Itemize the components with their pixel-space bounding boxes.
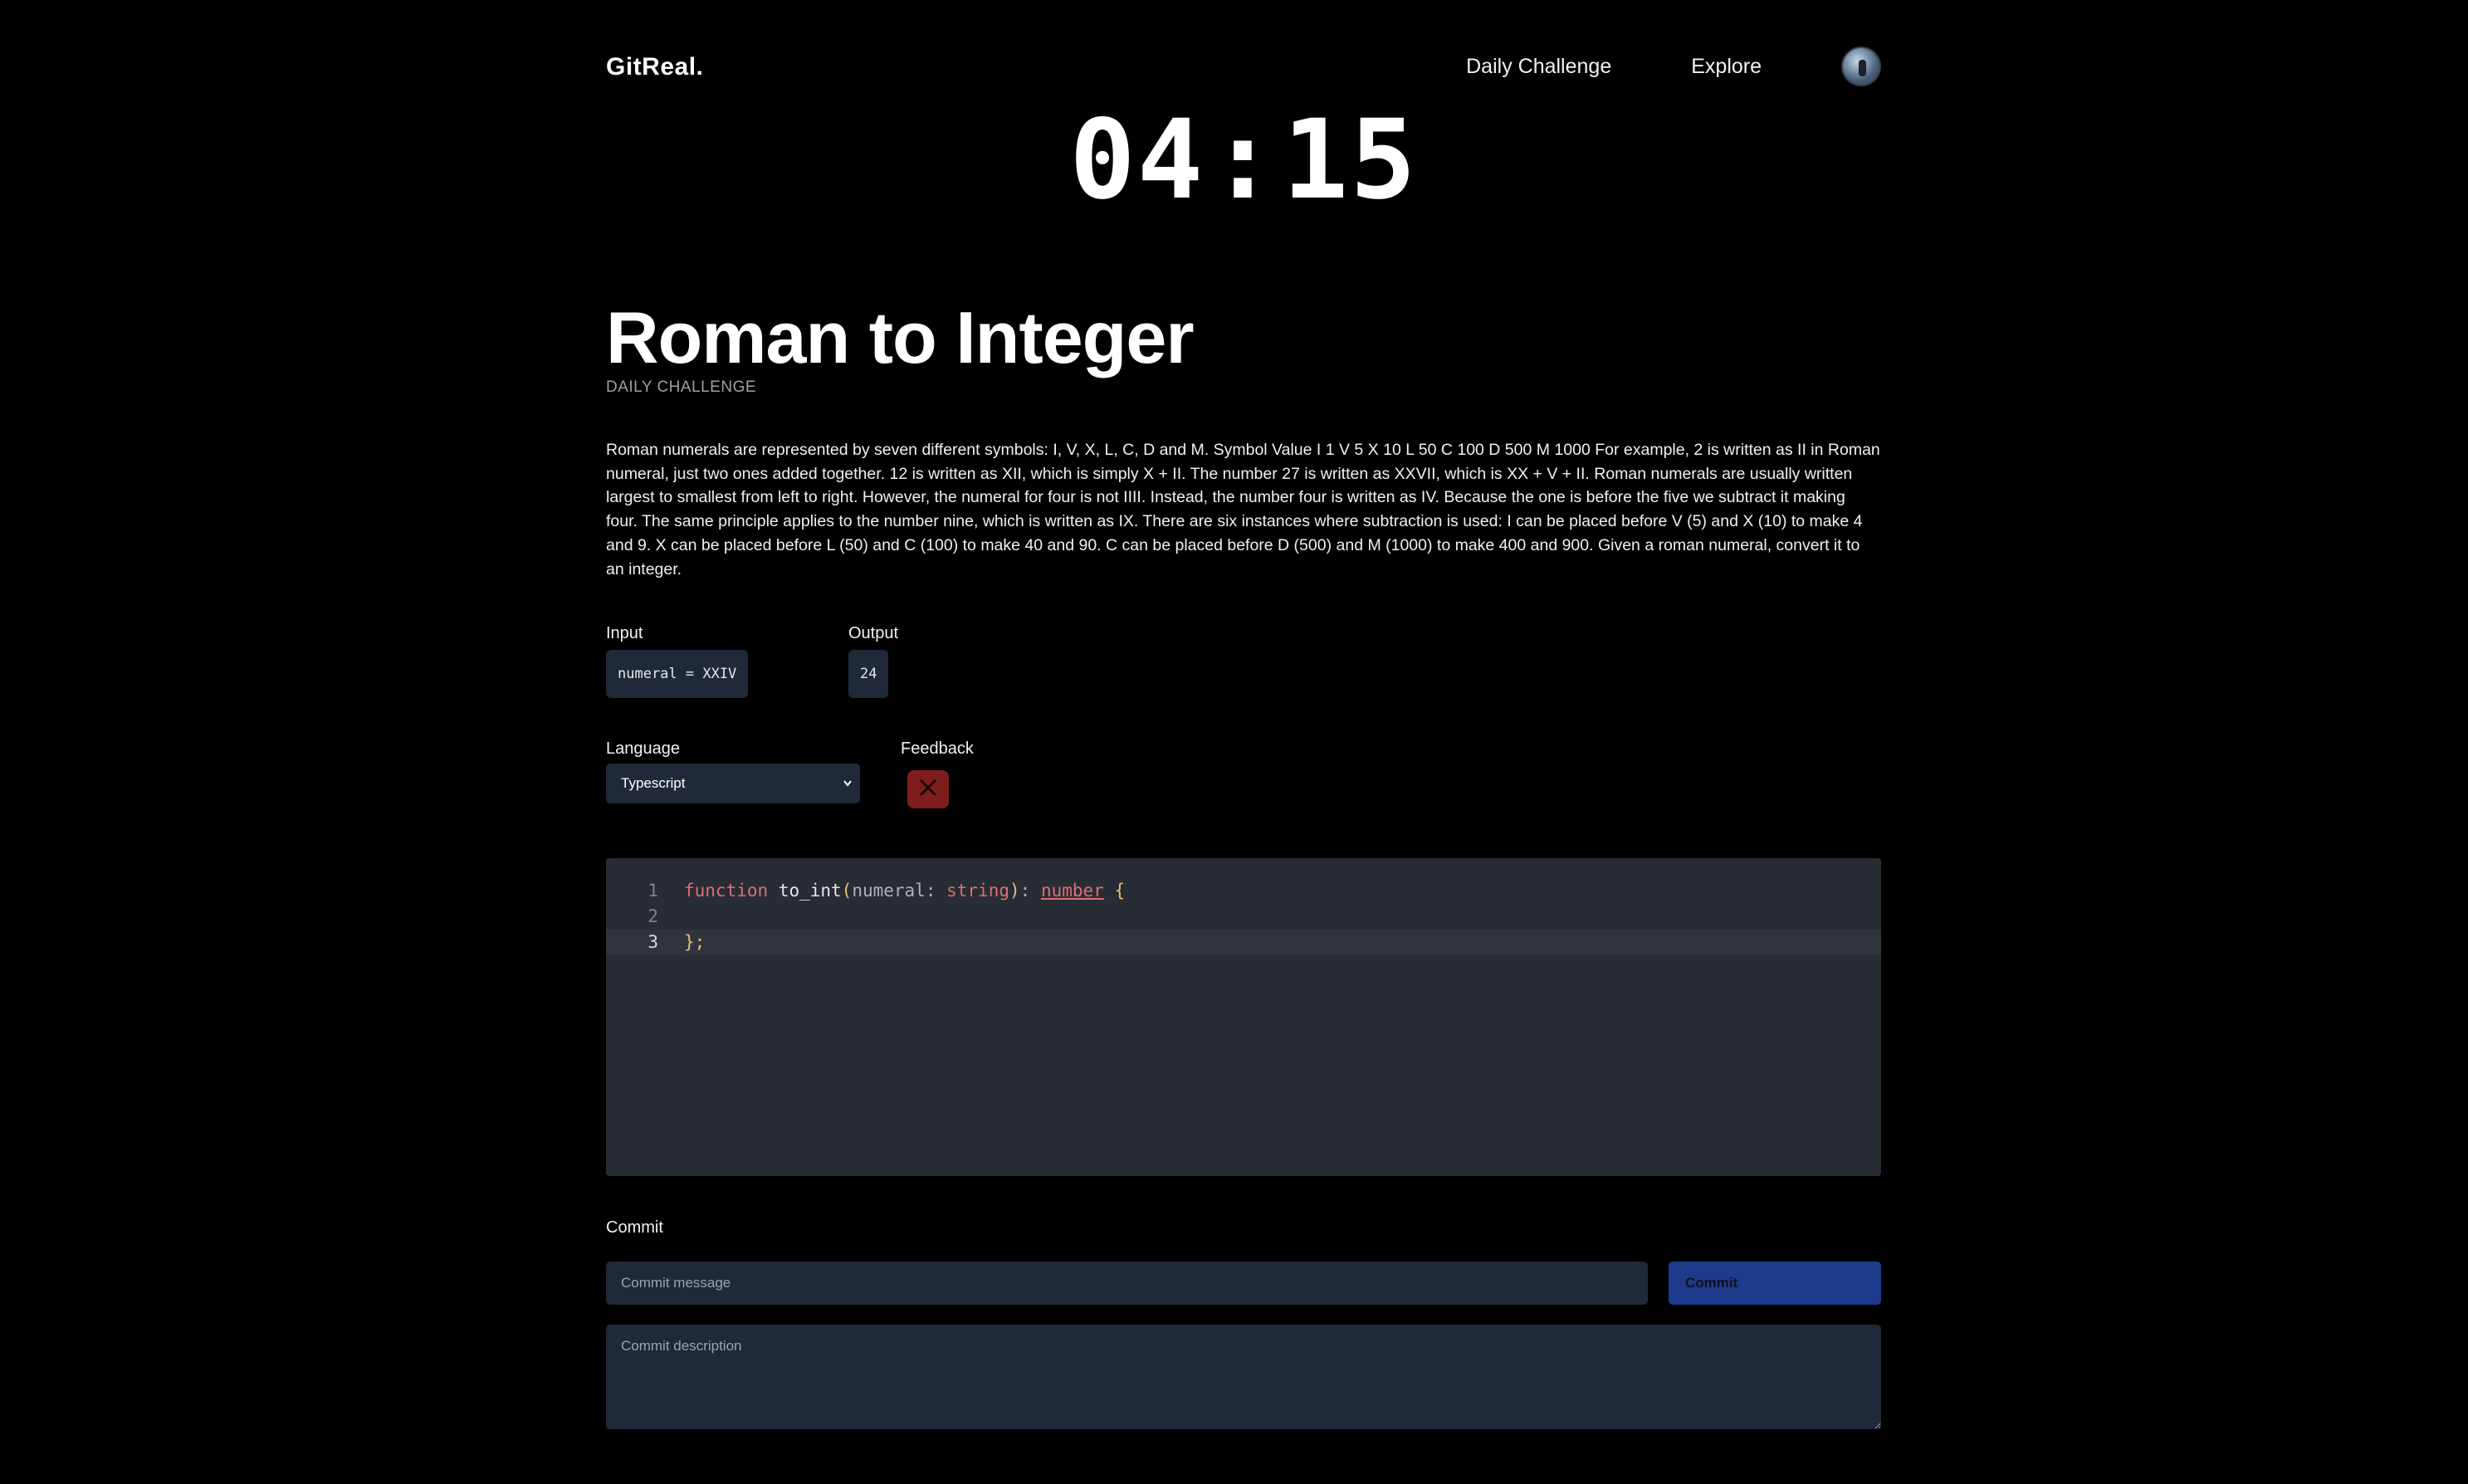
nav-explore[interactable]: Explore: [1691, 55, 1762, 79]
commit-button[interactable]: Commit: [1669, 1262, 1881, 1305]
code-editor[interactable]: 1 function to_int(numeral: string): numb…: [606, 858, 1881, 1176]
page-container: GitReal. Daily Challenge Explore 04:15 R…: [606, 0, 1881, 1484]
app-logo[interactable]: GitReal.: [606, 53, 703, 81]
challenge-description: Roman numerals are represented by seven …: [606, 441, 1880, 578]
line-number: 2: [648, 906, 658, 926]
feedback-status-badge: [907, 770, 949, 808]
example-input: numeral = XXIV: [606, 650, 749, 698]
editor-line: 2: [606, 904, 1881, 930]
line-number: 1: [648, 881, 658, 901]
user-avatar[interactable]: [1841, 46, 1881, 86]
timer-seconds: 15: [1282, 96, 1418, 224]
language-selected-value: Typescript: [621, 775, 686, 791]
editor-line-active: 3 };: [606, 930, 1881, 955]
output-label: Output: [848, 624, 899, 642]
commit-label: Commit: [606, 1218, 663, 1237]
chevron-down-icon: [842, 764, 853, 820]
timer-minutes: 04: [1069, 96, 1205, 224]
line-number: 3: [648, 932, 658, 952]
feedback-label: Feedback: [901, 740, 974, 758]
code-line: function to_int(numeral: string): number…: [684, 881, 1126, 901]
input-label: Input: [606, 624, 643, 642]
challenge-title: Roman to Integer: [606, 296, 1195, 378]
countdown-timer: 04:15: [606, 98, 1881, 222]
language-select[interactable]: Typescript: [606, 764, 860, 803]
language-label: Language: [606, 740, 680, 758]
code-line: };: [684, 932, 706, 952]
close-icon: [919, 779, 937, 801]
commit-description-textarea[interactable]: [606, 1325, 1881, 1429]
commit-message-input[interactable]: [606, 1262, 1648, 1305]
challenge-subtitle: DAILY CHALLENGE: [606, 378, 757, 396]
example-output: 24: [848, 650, 889, 698]
top-nav: Daily Challenge Explore: [1466, 46, 1881, 86]
timer-separator: :: [1210, 96, 1278, 224]
editor-line: 1 function to_int(numeral: string): numb…: [606, 878, 1881, 904]
nav-daily-challenge[interactable]: Daily Challenge: [1466, 55, 1611, 79]
